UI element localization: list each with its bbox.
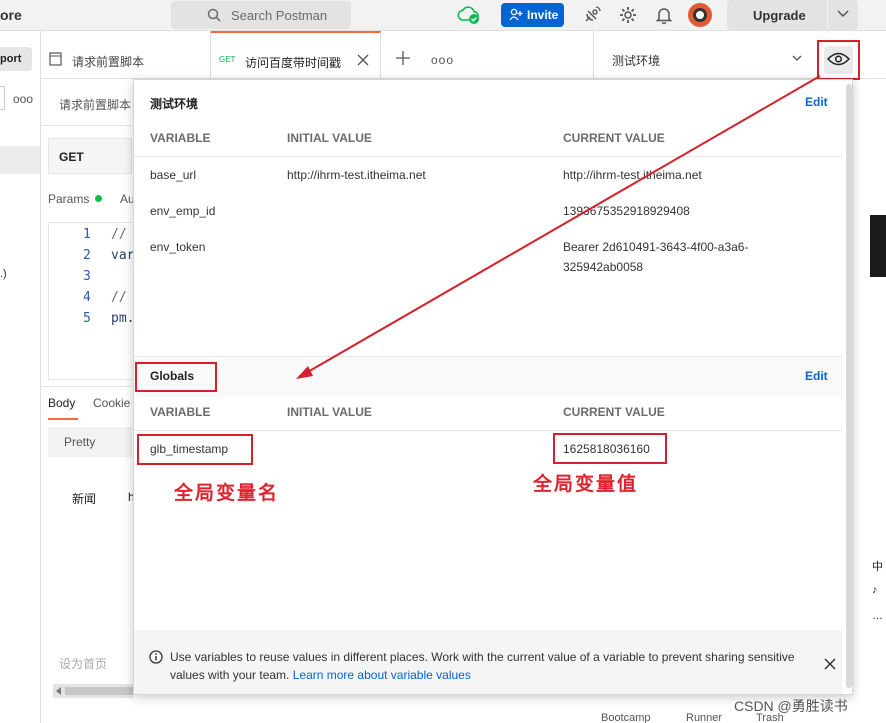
annotation-arrow — [296, 75, 821, 379]
watermark: CSDN @勇胜读书 — [734, 698, 848, 714]
annotation-label-variable-value: 全局变量值 — [533, 473, 639, 495]
annotation-label-variable-name: 全局变量名 — [174, 482, 280, 504]
